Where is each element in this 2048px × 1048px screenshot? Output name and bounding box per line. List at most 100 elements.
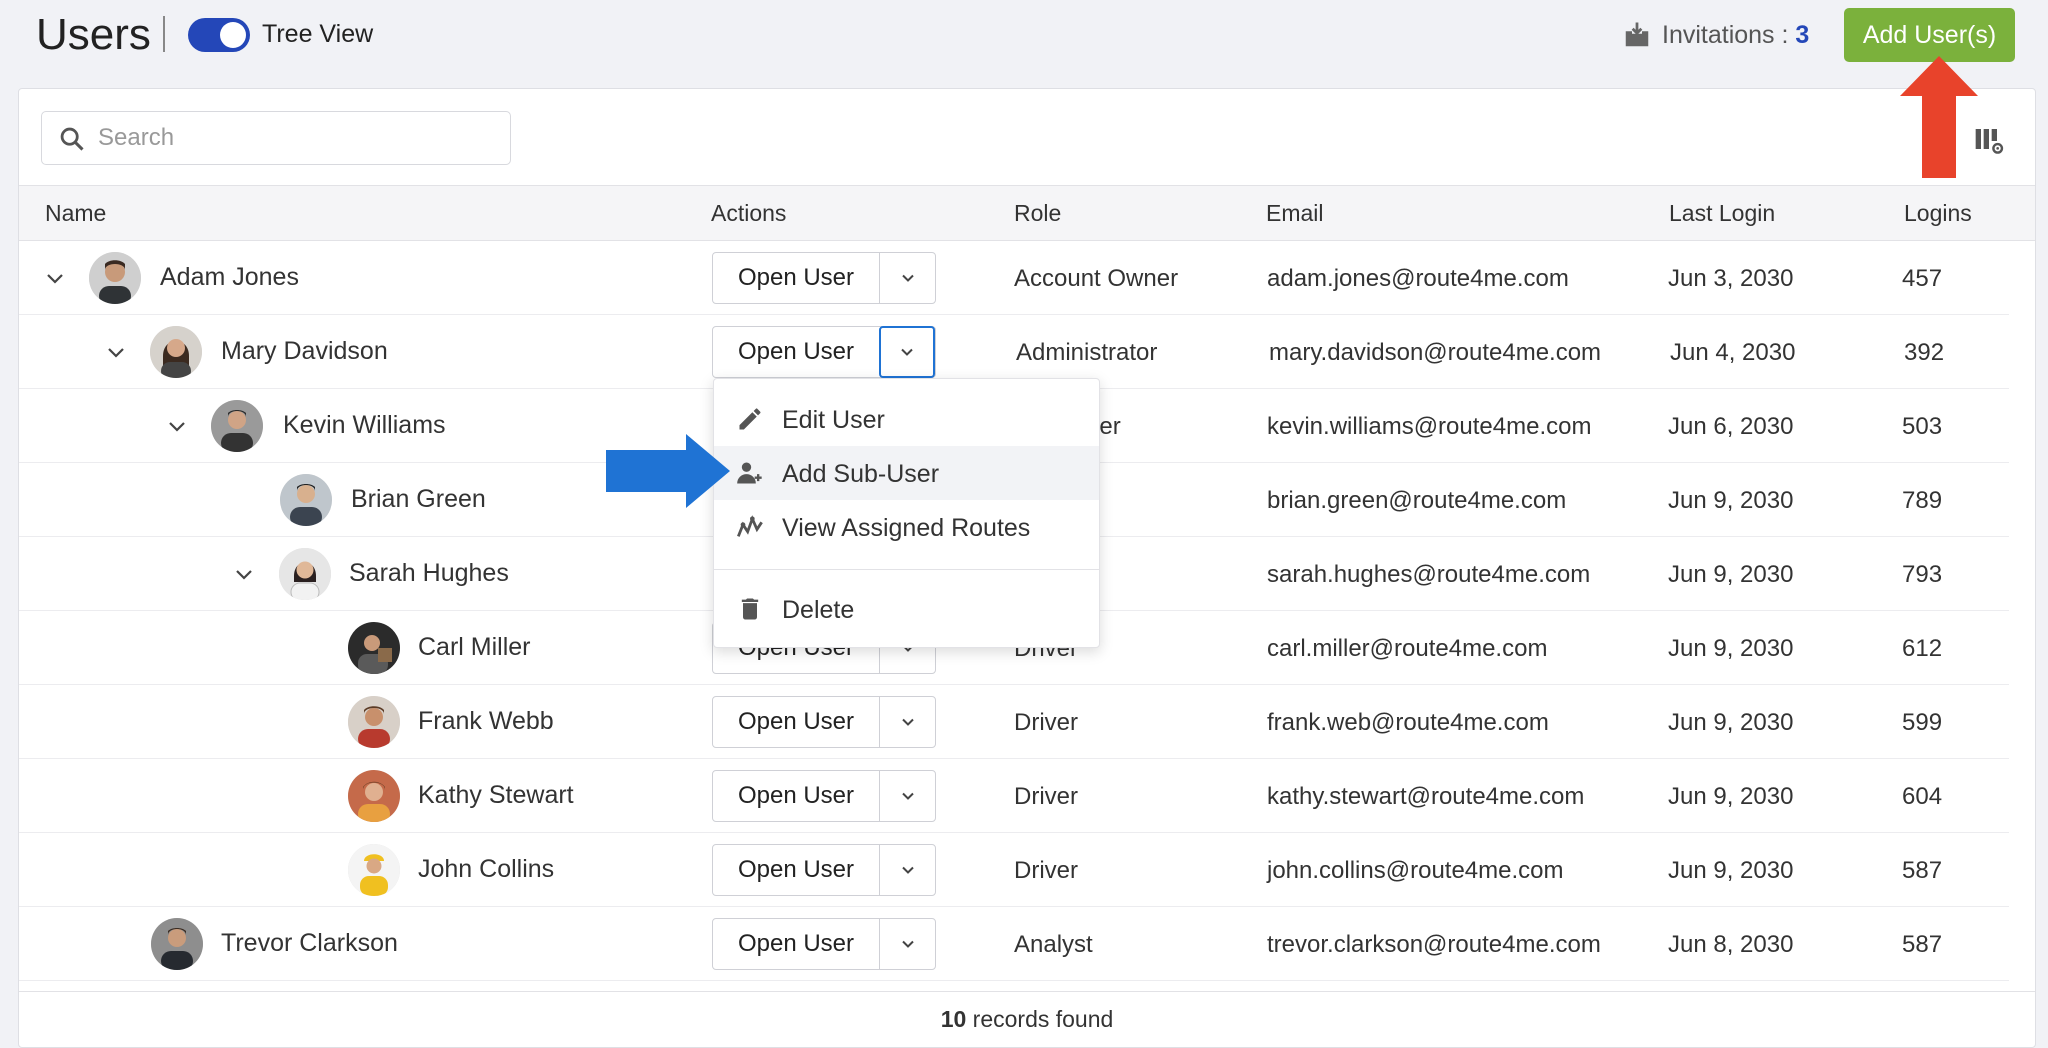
search-box[interactable] xyxy=(41,111,511,165)
tree-view-toggle[interactable] xyxy=(188,18,250,52)
records-count: 10 xyxy=(940,1006,967,1032)
email-cell: kathy.stewart@route4me.com xyxy=(1267,783,1585,810)
menu-item-label: View Assigned Routes xyxy=(782,514,1031,542)
chevron-down-icon xyxy=(901,718,914,726)
email-cell: trevor.clarkson@route4me.com xyxy=(1267,931,1601,958)
logins-cell: 793 xyxy=(1902,561,1943,588)
col-role[interactable]: Role xyxy=(1014,200,1061,227)
open-user-button[interactable]: Open User xyxy=(713,771,879,821)
chevron-down-icon xyxy=(901,348,913,356)
col-last-login[interactable]: Last Login xyxy=(1669,200,1775,227)
user-actions-menu: Edit User Add Sub-User View Assigned Rou… xyxy=(713,378,1100,648)
last-login-cell: Jun 4, 2030 xyxy=(1670,339,1796,366)
avatar xyxy=(150,326,202,378)
blue-arrow-annotation xyxy=(606,434,730,508)
user-name[interactable]: John Collins xyxy=(418,855,554,884)
email-cell: mary.davidson@route4me.com xyxy=(1269,339,1602,366)
chevron-down-icon[interactable] xyxy=(43,266,67,290)
table-row: Adam Jones Open User Account Owner adam.… xyxy=(19,241,2009,315)
role-cell: Administrator xyxy=(1016,339,1158,366)
chevron-down-icon[interactable] xyxy=(232,562,256,586)
table-row: Kathy Stewart Open User Driver kathy.ste… xyxy=(19,759,2009,833)
avatar xyxy=(89,252,141,304)
user-name[interactable]: Mary Davidson xyxy=(221,337,388,366)
user-name[interactable]: Trevor Clarkson xyxy=(221,929,398,958)
avatar xyxy=(348,696,400,748)
email-cell: carl.miller@route4me.com xyxy=(1267,635,1548,662)
chevron-down-icon xyxy=(901,274,914,282)
role-cell: Driver xyxy=(1014,783,1078,810)
col-email[interactable]: Email xyxy=(1266,200,1324,227)
last-login-cell: Jun 8, 2030 xyxy=(1668,931,1794,958)
user-name[interactable]: Brian Green xyxy=(351,485,486,514)
pencil-icon xyxy=(739,408,761,430)
last-login-cell: Jun 9, 2030 xyxy=(1668,783,1794,810)
avatar xyxy=(279,548,331,600)
open-user-button[interactable]: Open User xyxy=(713,253,879,303)
invitations-link[interactable]: Invitations : 3 xyxy=(1662,21,1809,50)
invitations-icon[interactable] xyxy=(1622,20,1652,50)
col-name[interactable]: Name xyxy=(45,200,106,227)
routes-icon xyxy=(737,515,763,537)
menu-item-view-assigned-routes[interactable]: View Assigned Routes xyxy=(714,500,1099,554)
menu-item-edit-user[interactable]: Edit User xyxy=(714,392,1099,446)
email-cell: adam.jones@route4me.com xyxy=(1267,265,1569,292)
open-user-button[interactable]: Open User xyxy=(713,919,879,969)
email-cell: kevin.williams@route4me.com xyxy=(1267,413,1592,440)
avatar xyxy=(280,474,332,526)
table-row: John Collins Open User Driver john.colli… xyxy=(19,833,2009,907)
menu-divider xyxy=(714,569,1099,570)
logins-cell: 789 xyxy=(1902,487,1943,514)
user-name[interactable]: Kevin Williams xyxy=(283,411,446,440)
logins-cell: 612 xyxy=(1902,635,1943,662)
menu-item-add-sub-user[interactable]: Add Sub-User xyxy=(714,446,1099,500)
col-actions: Actions xyxy=(711,200,787,226)
toggle-knob xyxy=(220,22,246,48)
actions-dropdown-toggle[interactable] xyxy=(879,253,935,303)
row-action-group: Open User xyxy=(712,918,936,970)
invitations-count: 3 xyxy=(1795,21,1810,49)
last-login-cell: Jun 9, 2030 xyxy=(1668,635,1794,662)
chevron-down-icon[interactable] xyxy=(104,340,128,364)
table-header: Name Actions Role Email Last Login Login… xyxy=(19,185,2035,241)
user-name[interactable]: Sarah Hughes xyxy=(349,559,509,588)
last-login-cell: Jun 9, 2030 xyxy=(1668,857,1794,884)
actions-dropdown-toggle[interactable] xyxy=(879,697,935,747)
actions-dropdown-toggle[interactable] xyxy=(879,919,935,969)
tree-view-label: Tree View xyxy=(262,20,374,48)
row-action-group: Open User xyxy=(712,696,936,748)
actions-dropdown-toggle[interactable] xyxy=(879,771,935,821)
row-action-group: Open User xyxy=(712,844,936,896)
open-user-button[interactable]: Open User xyxy=(713,845,879,895)
search-icon xyxy=(60,127,84,151)
records-label: records found xyxy=(966,1006,1114,1032)
title-divider xyxy=(163,16,165,52)
chevron-down-icon[interactable] xyxy=(165,414,189,438)
menu-item-delete[interactable]: Delete xyxy=(714,582,1099,636)
table-row: Frank Webb Open User Driver frank.web@ro… xyxy=(19,685,2009,759)
top-bar: Users Tree View Invitations : 3 Add User… xyxy=(0,0,2048,72)
last-login-cell: Jun 3, 2030 xyxy=(1668,265,1794,292)
user-name[interactable]: Adam Jones xyxy=(160,263,299,292)
actions-dropdown-toggle[interactable] xyxy=(879,326,935,378)
avatar xyxy=(348,770,400,822)
email-cell: sarah.hughes@route4me.com xyxy=(1267,561,1591,588)
logins-cell: 587 xyxy=(1902,857,1943,884)
logins-cell: 587 xyxy=(1902,931,1943,958)
search-input[interactable] xyxy=(98,120,498,156)
user-name[interactable]: Carl Miller xyxy=(418,633,531,662)
col-logins[interactable]: Logins xyxy=(1904,200,1972,227)
row-action-group: Open User xyxy=(712,326,936,378)
last-login-cell: Jun 9, 2030 xyxy=(1668,487,1794,514)
user-name[interactable]: Kathy Stewart xyxy=(418,781,574,810)
logins-cell: 599 xyxy=(1902,709,1943,736)
avatar xyxy=(211,400,263,452)
records-footer: 10 records found xyxy=(19,991,2035,1047)
menu-item-label: Delete xyxy=(782,596,855,624)
open-user-button[interactable]: Open User xyxy=(713,327,879,377)
open-user-button[interactable]: Open User xyxy=(713,697,879,747)
chevron-down-icon xyxy=(901,866,914,874)
red-arrow-annotation xyxy=(1900,56,1978,178)
actions-dropdown-toggle[interactable] xyxy=(879,845,935,895)
user-name[interactable]: Frank Webb xyxy=(418,707,554,736)
